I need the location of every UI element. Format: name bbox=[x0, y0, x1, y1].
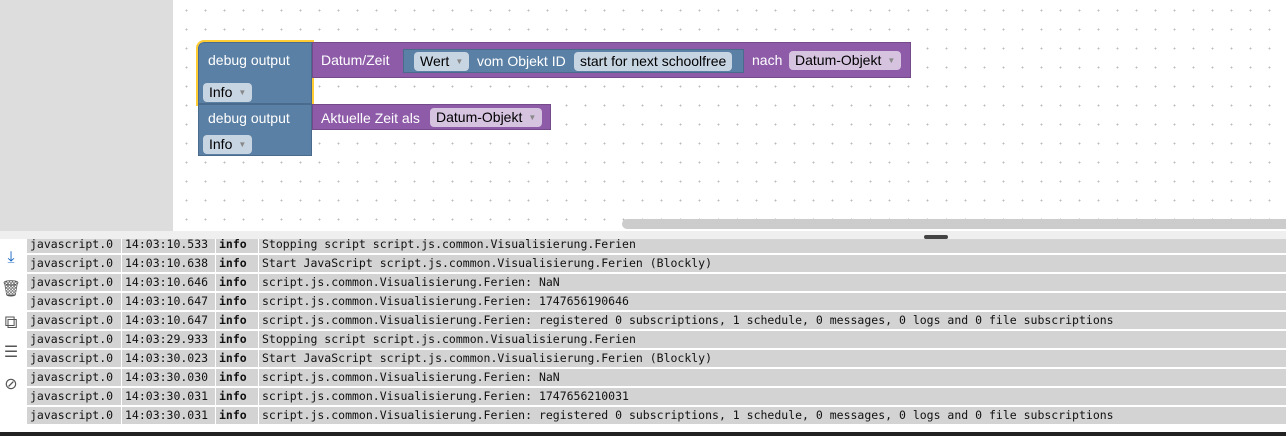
log-row: javascript.0 14:03:10.646 info script.js.co… bbox=[27, 274, 1286, 291]
log-source: javascript.0 bbox=[27, 388, 121, 405]
get-value-block[interactable]: Wert ▼ vom Objekt ID start for next schoo… bbox=[403, 49, 744, 73]
log-time: 14:03:30.030 bbox=[122, 369, 215, 386]
log-message: script.js.common.Visualisierung.Ferien: … bbox=[259, 312, 1286, 329]
log-row: javascript.0 14:03:10.647 info script.js.co… bbox=[27, 293, 1286, 310]
nach-label: nach bbox=[752, 52, 783, 68]
dropdown-arrow-icon: ▼ bbox=[238, 140, 247, 149]
log-row: javascript.0 14:03:29.933 info Stopping scr… bbox=[27, 331, 1286, 348]
log-level: info bbox=[216, 331, 258, 348]
log-time: 14:03:29.933 bbox=[122, 331, 215, 348]
debug-output-block[interactable]: debug output Info ▼ bbox=[198, 104, 312, 156]
log-time: 14:03:10.647 bbox=[122, 312, 215, 329]
log-source: javascript.0 bbox=[27, 255, 121, 272]
func-label: Datum/Zeit bbox=[321, 52, 390, 68]
log-source: javascript.0 bbox=[27, 350, 121, 367]
log-time: 14:03:30.031 bbox=[122, 388, 215, 405]
log-time: 14:03:30.023 bbox=[122, 350, 215, 367]
log-level: info bbox=[216, 388, 258, 405]
log-table: javascript.0 14:03:10.533 info Stopping scr… bbox=[27, 239, 1286, 432]
debug-output-block[interactable]: debug output Info ▼ bbox=[196, 40, 314, 106]
log-row: javascript.0 14:03:30.023 info Start JavaSc… bbox=[27, 350, 1286, 367]
func-label: Aktuelle Zeit als bbox=[321, 110, 420, 126]
log-row: javascript.0 14:03:10.647 info script.js.co… bbox=[27, 312, 1286, 329]
log-level: info bbox=[216, 407, 258, 424]
value-dropdown[interactable]: Wert ▼ bbox=[414, 52, 470, 71]
scroll-to-bottom-icon[interactable]: ⤓ bbox=[0, 247, 22, 269]
block-label: debug output bbox=[208, 52, 290, 68]
log-row: javascript.0 14:03:30.030 info script.js.co… bbox=[27, 369, 1286, 386]
log-level: info bbox=[216, 350, 258, 367]
log-level: info bbox=[216, 239, 258, 253]
log-message: script.js.common.Visualisierung.Ferien: … bbox=[259, 274, 1286, 291]
level-dropdown[interactable]: Info ▼ bbox=[203, 83, 253, 102]
format-dropdown[interactable]: Datum-Objekt ▼ bbox=[430, 108, 543, 127]
log-source: javascript.0 bbox=[27, 239, 121, 253]
dropdown-arrow-icon: ▼ bbox=[238, 88, 247, 97]
log-toolbar: ⤓ 🗑 ⧉ ☰ ⊘ bbox=[0, 239, 27, 432]
log-row: javascript.0 14:03:10.638 info Start JavaSc… bbox=[27, 255, 1286, 272]
value-dropdown-value: Wert bbox=[420, 53, 450, 69]
log-row: javascript.0 14:03:10.533 info Stopping scr… bbox=[27, 239, 1286, 253]
dropdown-arrow-icon: ▼ bbox=[455, 57, 464, 66]
format-dropdown[interactable]: Datum-Objekt ▼ bbox=[789, 51, 902, 70]
format-value: Datum-Objekt bbox=[436, 109, 523, 125]
log-level: info bbox=[216, 255, 258, 272]
level-value: Info bbox=[209, 136, 233, 152]
dropdown-arrow-icon: ▼ bbox=[528, 113, 537, 122]
copy-icon[interactable]: ⧉ bbox=[0, 311, 22, 333]
hide-icon[interactable]: ⊘ bbox=[0, 374, 22, 396]
log-source: javascript.0 bbox=[27, 312, 121, 329]
log-row: javascript.0 14:03:30.031 info script.js.co… bbox=[27, 407, 1286, 424]
log-source: javascript.0 bbox=[27, 369, 121, 386]
log-source: javascript.0 bbox=[27, 274, 121, 291]
log-message: script.js.common.Visualisierung.Ferien: … bbox=[259, 293, 1286, 310]
log-source: javascript.0 bbox=[27, 293, 121, 310]
block-label: debug output bbox=[208, 110, 290, 126]
format-value: Datum-Objekt bbox=[795, 52, 882, 68]
object-id-field[interactable]: start for next schoolfree bbox=[574, 52, 733, 71]
log-level: info bbox=[216, 274, 258, 291]
log-level: info bbox=[216, 293, 258, 310]
log-source: javascript.0 bbox=[27, 407, 121, 424]
datetime-convert-block[interactable]: Datum/Zeit Wert ▼ vom Objekt ID start for… bbox=[312, 42, 911, 78]
delete-icon[interactable]: 🗑 bbox=[0, 279, 22, 301]
log-time: 14:03:10.533 bbox=[122, 239, 215, 253]
horizontal-scrollbar[interactable] bbox=[622, 219, 1286, 229]
log-time: 14:03:10.638 bbox=[122, 255, 215, 272]
object-id-label: vom Objekt ID bbox=[477, 53, 566, 69]
log-row: javascript.0 14:03:30.031 info script.js.co… bbox=[27, 388, 1286, 405]
log-message: Start JavaScript script.js.common.Visual… bbox=[259, 255, 1286, 272]
panel-resize-divider[interactable] bbox=[0, 231, 1286, 239]
log-message: script.js.common.Visualisierung.Ferien: … bbox=[259, 388, 1286, 405]
log-message: Stopping script script.js.common.Visuali… bbox=[259, 331, 1286, 348]
columns-icon[interactable]: ☰ bbox=[0, 342, 22, 364]
dropdown-arrow-icon: ▼ bbox=[887, 56, 896, 65]
level-dropdown[interactable]: Info ▼ bbox=[203, 135, 253, 154]
log-message: Start JavaScript script.js.common.Visual… bbox=[259, 350, 1286, 367]
current-time-block[interactable]: Aktuelle Zeit als Datum-Objekt ▼ bbox=[312, 104, 551, 130]
level-value: Info bbox=[209, 84, 233, 100]
log-message: script.js.common.Visualisierung.Ferien: … bbox=[259, 369, 1286, 386]
log-source: javascript.0 bbox=[27, 331, 121, 348]
bottom-bar bbox=[0, 432, 1286, 436]
log-level: info bbox=[216, 369, 258, 386]
log-message: script.js.common.Visualisierung.Ferien: … bbox=[259, 407, 1286, 424]
log-time: 14:03:10.646 bbox=[122, 274, 215, 291]
toolbox-panel bbox=[0, 0, 173, 231]
log-time: 14:03:10.647 bbox=[122, 293, 215, 310]
log-message: Stopping script script.js.common.Visuali… bbox=[259, 239, 1286, 253]
log-level: info bbox=[216, 312, 258, 329]
log-time: 14:03:30.031 bbox=[122, 407, 215, 424]
